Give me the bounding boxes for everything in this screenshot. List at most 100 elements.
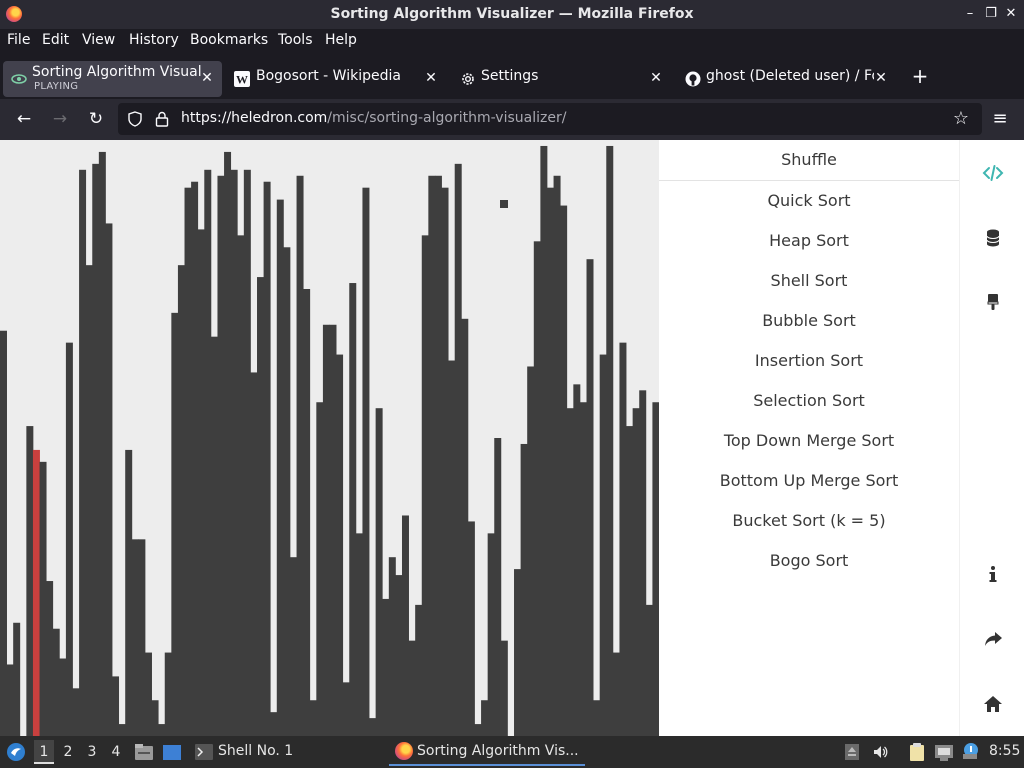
clipboard-icon[interactable] bbox=[908, 743, 926, 761]
bar bbox=[448, 360, 456, 736]
file-manager-icon[interactable] bbox=[134, 743, 154, 761]
workspace-4[interactable]: 4 bbox=[106, 740, 126, 764]
firefox-task[interactable]: Sorting Algorithm Vis... bbox=[389, 738, 585, 766]
firefox-window: Sorting Algorithm Visualizer — Mozilla F… bbox=[0, 0, 1024, 768]
close-window-icon[interactable]: ✕ bbox=[1003, 5, 1019, 23]
bar bbox=[428, 175, 436, 736]
url-bar[interactable]: https://heledron.com/misc/sorting-algori… bbox=[118, 103, 982, 135]
distro-logo-icon[interactable] bbox=[6, 742, 26, 762]
forward-icon[interactable]: → bbox=[48, 107, 72, 131]
home-icon[interactable] bbox=[982, 693, 1004, 715]
bar bbox=[177, 265, 185, 736]
close-tab-icon[interactable]: ✕ bbox=[199, 70, 215, 86]
bar bbox=[382, 598, 390, 736]
title-bar: Sorting Algorithm Visualizer — Mozilla F… bbox=[0, 0, 1024, 29]
bar bbox=[270, 712, 278, 736]
bar bbox=[454, 163, 462, 736]
bar bbox=[151, 700, 159, 736]
info-icon[interactable] bbox=[982, 563, 1004, 585]
bar bbox=[164, 652, 172, 736]
bar bbox=[13, 622, 21, 736]
share-icon[interactable] bbox=[982, 628, 1004, 650]
close-tab-icon[interactable]: ✕ bbox=[648, 70, 664, 86]
brush-icon[interactable] bbox=[982, 291, 1004, 313]
workspace-3[interactable]: 3 bbox=[82, 740, 102, 764]
workspace-2[interactable]: 2 bbox=[58, 740, 78, 764]
menu-help[interactable]: Help bbox=[325, 32, 357, 48]
workspace-1[interactable]: 1 bbox=[34, 740, 54, 764]
notification-icon[interactable] bbox=[961, 742, 979, 760]
bar bbox=[316, 402, 324, 736]
github-icon bbox=[685, 71, 701, 87]
bar bbox=[349, 283, 357, 736]
tab-sorting-visualizer[interactable]: Sorting Algorithm Visualizer PLAYING ✕ bbox=[3, 61, 222, 97]
terminal-task[interactable]: Shell No. 1 bbox=[218, 743, 293, 759]
algorithm-option[interactable]: Bottom Up Merge Sort bbox=[659, 471, 959, 490]
algorithm-option[interactable]: Shuffle bbox=[659, 150, 959, 169]
algorithm-option[interactable]: Selection Sort bbox=[659, 391, 959, 410]
bar bbox=[573, 384, 581, 736]
bar bbox=[441, 187, 449, 736]
lock-icon[interactable] bbox=[155, 111, 169, 127]
bar bbox=[388, 557, 396, 736]
algorithm-option[interactable]: Insertion Sort bbox=[659, 351, 959, 370]
show-desktop-icon[interactable] bbox=[162, 744, 182, 761]
bookmark-star-icon[interactable]: ☆ bbox=[949, 107, 973, 131]
new-tab-button[interactable]: + bbox=[910, 64, 930, 88]
volume-icon[interactable] bbox=[872, 744, 888, 760]
algorithm-menu: Shuffle Quick Sort Heap Sort Shell Sort Bubb… bbox=[659, 140, 959, 736]
bar bbox=[645, 604, 653, 736]
bar bbox=[303, 289, 311, 736]
bar bbox=[336, 354, 344, 736]
bar bbox=[6, 664, 14, 736]
algorithm-option[interactable]: Bubble Sort bbox=[659, 311, 959, 330]
bar bbox=[586, 259, 594, 736]
database-icon[interactable] bbox=[982, 227, 1004, 249]
algorithm-option[interactable]: Bogo Sort bbox=[659, 551, 959, 570]
close-tab-icon[interactable]: ✕ bbox=[873, 70, 889, 86]
menu-view[interactable]: View bbox=[82, 32, 115, 48]
algorithm-option[interactable]: Quick Sort bbox=[659, 191, 959, 210]
bar bbox=[204, 169, 212, 736]
bar bbox=[520, 443, 528, 736]
bar bbox=[612, 652, 620, 736]
app-menu-icon[interactable]: ≡ bbox=[988, 107, 1012, 131]
bar bbox=[263, 181, 271, 736]
algorithm-option[interactable]: Top Down Merge Sort bbox=[659, 431, 959, 450]
code-icon[interactable] bbox=[982, 162, 1004, 184]
bar bbox=[579, 402, 587, 736]
menu-edit[interactable]: Edit bbox=[42, 32, 69, 48]
shield-icon[interactable] bbox=[127, 111, 143, 127]
bar bbox=[632, 408, 640, 736]
bar bbox=[85, 265, 93, 736]
network-icon[interactable] bbox=[934, 743, 954, 761]
url-text[interactable]: https://heledron.com/misc/sorting-algori… bbox=[181, 110, 566, 126]
menu-history[interactable]: History bbox=[129, 32, 179, 48]
stray-bar-marker bbox=[500, 200, 508, 208]
menu-bar: File Edit View History Bookmarks Tools H… bbox=[0, 29, 1024, 54]
bar bbox=[322, 324, 330, 736]
algorithm-option[interactable]: Shell Sort bbox=[659, 271, 959, 290]
tab-github-ghost[interactable]: ghost (Deleted user) / Fo ✕ bbox=[677, 61, 896, 97]
bar bbox=[494, 438, 502, 736]
algorithm-option[interactable]: Heap Sort bbox=[659, 231, 959, 250]
menu-bookmarks[interactable]: Bookmarks bbox=[190, 32, 268, 48]
bar bbox=[118, 724, 126, 736]
minimize-icon[interactable]: – bbox=[962, 5, 978, 23]
tab-bogosort-wikipedia[interactable]: W Bogosort - Wikipedia ✕ bbox=[226, 61, 444, 97]
bar bbox=[626, 426, 634, 736]
close-tab-icon[interactable]: ✕ bbox=[423, 70, 439, 86]
menu-tools[interactable]: Tools bbox=[278, 32, 313, 48]
back-icon[interactable]: ← bbox=[12, 107, 36, 131]
algorithm-option[interactable]: Bucket Sort (k = 5) bbox=[659, 511, 959, 530]
highlighted-bar bbox=[32, 449, 40, 736]
reload-icon[interactable]: ↻ bbox=[84, 107, 108, 131]
bar bbox=[138, 539, 146, 736]
bar bbox=[599, 354, 607, 736]
bar bbox=[59, 658, 67, 736]
bar bbox=[131, 539, 139, 736]
eject-icon[interactable] bbox=[844, 744, 860, 760]
tab-settings[interactable]: Settings ✕ bbox=[452, 61, 670, 97]
maximize-icon[interactable]: ❐ bbox=[983, 5, 999, 23]
menu-file[interactable]: File bbox=[7, 32, 30, 48]
